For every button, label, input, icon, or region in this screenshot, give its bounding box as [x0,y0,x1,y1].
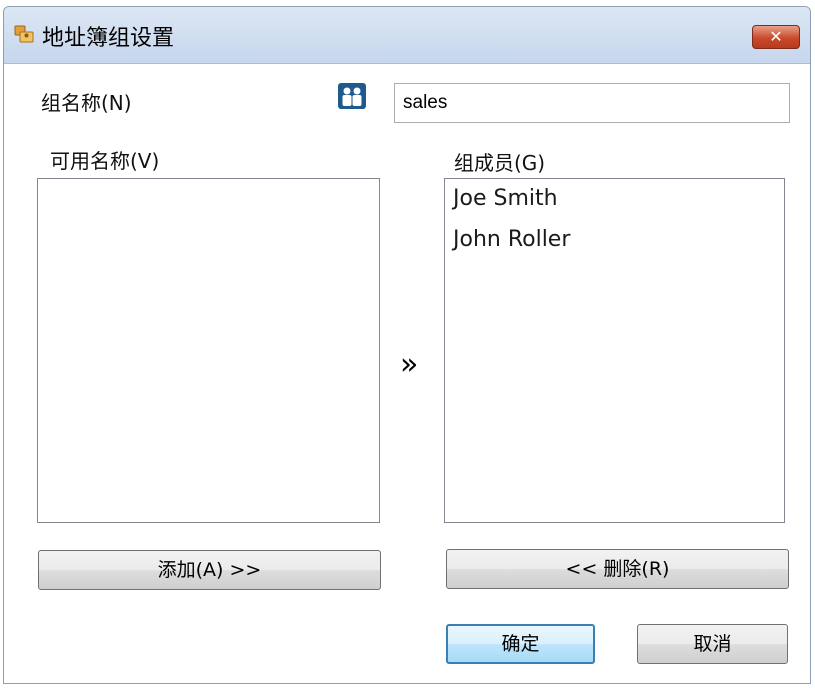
address-book-group-dialog: 地址簿组设置 ✕ 组名称(N) sales 可用名称(V) 组成员(G) » J… [3,6,811,684]
transfer-arrow: » [400,347,419,382]
window-title: 地址簿组设置 [42,26,175,51]
group-members-list[interactable]: Joe Smith John Roller [444,178,785,523]
cancel-button[interactable]: 取消 [637,624,788,664]
group-name-label: 组名称(N) [41,91,132,115]
title-bar[interactable]: 地址簿组设置 ✕ [4,7,810,64]
close-button[interactable]: ✕ [752,25,800,49]
available-names-list[interactable] [37,178,380,523]
address-book-icon [14,25,34,43]
ok-button[interactable]: 确定 [446,624,595,664]
list-item[interactable]: John Roller [445,224,784,265]
group-name-input[interactable]: sales [394,83,790,123]
add-button[interactable]: 添加(A) >> [38,550,381,590]
remove-button[interactable]: << 删除(R) [446,549,789,589]
available-names-label: 可用名称(V) [50,149,160,173]
group-members-label: 组成员(G) [454,151,546,175]
list-item[interactable]: Joe Smith [445,183,784,224]
group-people-icon [338,83,366,109]
